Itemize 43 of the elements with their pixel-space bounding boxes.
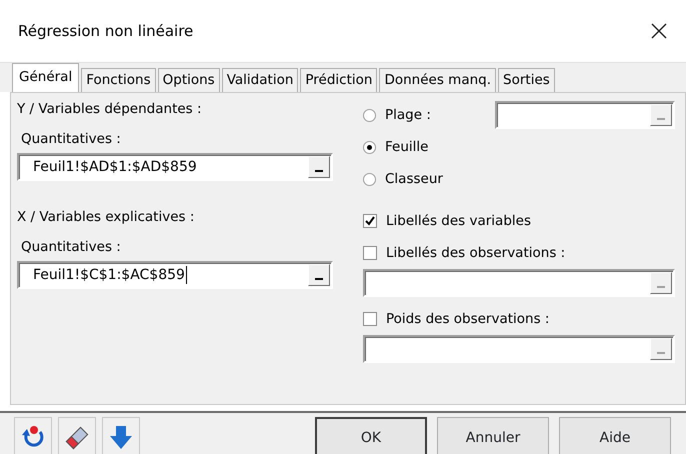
minus-icon — [657, 118, 665, 120]
range-selector-button[interactable] — [308, 156, 330, 178]
tab[interactable]: Sorties — [498, 68, 555, 92]
radio-button[interactable] — [363, 108, 376, 122]
input-field[interactable] — [363, 335, 675, 363]
tab[interactable]: Prédiction — [300, 68, 378, 92]
radio-button[interactable] — [363, 140, 376, 154]
input-field[interactable]: Feuil1!$AD$1:$AD$859 — [17, 153, 333, 181]
close-icon[interactable] — [650, 22, 668, 40]
option-label: Plage : — [385, 106, 431, 125]
dialog-button[interactable]: OK — [315, 417, 427, 454]
toolbar-button[interactable] — [58, 417, 96, 454]
checkbox-label: Poids des observations : — [386, 310, 550, 329]
input-field[interactable] — [495, 101, 675, 129]
tab[interactable]: Validation — [222, 68, 298, 92]
checkbox[interactable] — [363, 246, 377, 260]
checkbox-label: Libellés des observations : — [386, 244, 566, 263]
dialog-button[interactable]: Annuler — [437, 417, 549, 454]
toolbar-button[interactable] — [14, 417, 52, 454]
minus-icon — [315, 278, 323, 280]
range-selector-button[interactable] — [308, 264, 330, 286]
checkbox-label: Libellés des variables — [386, 212, 531, 231]
window-title: Régression non linéaire — [18, 20, 194, 42]
section-heading: Y / Variables dépendantes : — [17, 100, 203, 119]
field-label: Quantitatives : — [21, 130, 122, 149]
minus-icon — [657, 286, 665, 288]
minus-icon — [657, 352, 665, 354]
tab[interactable]: Général — [12, 63, 80, 92]
field-label: Quantitatives : — [21, 238, 122, 257]
tab[interactable]: Options — [158, 68, 220, 92]
checkbox[interactable] — [363, 312, 377, 326]
toolbar-button[interactable] — [102, 417, 140, 454]
option-label: Classeur — [385, 170, 443, 189]
input-field[interactable]: Feuil1!$C$1:$AC$859 — [17, 261, 333, 289]
option-label: Feuille — [385, 138, 428, 157]
radio-button[interactable] — [363, 172, 376, 186]
minus-icon — [315, 170, 323, 172]
input-field[interactable] — [363, 269, 675, 297]
tab[interactable]: Fonctions — [81, 68, 156, 92]
section-heading: X / Variables explicatives : — [17, 208, 196, 227]
dialog-button[interactable]: Aide — [559, 417, 671, 454]
checkbox[interactable] — [363, 214, 377, 228]
tab[interactable]: Données manq. — [379, 68, 496, 92]
